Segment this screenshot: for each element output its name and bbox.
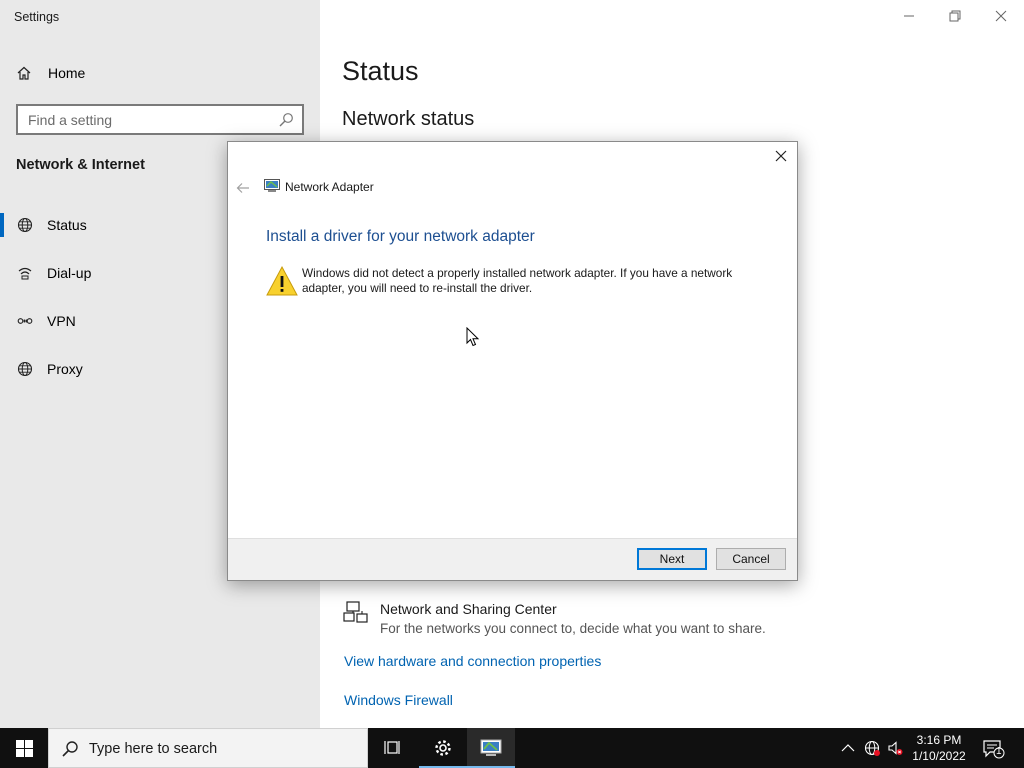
globe-icon [16,216,34,234]
task-view-icon [384,741,400,754]
globe-icon [16,360,34,378]
app-title: Settings [14,10,60,24]
close-icon [995,10,1007,22]
dialog-close-button[interactable] [773,148,789,164]
network-adapter-dialog: Network Adapter Install a driver for you… [227,141,798,581]
find-setting-input[interactable]: Find a setting [16,104,304,135]
next-button[interactable]: Next [637,548,707,570]
taskbar: Type here to search 3:16 PM 1/10/2022 1 [0,728,1024,768]
cancel-button[interactable]: Cancel [716,548,786,570]
search-placeholder: Find a setting [28,112,113,128]
windows-firewall-link[interactable]: Windows Firewall [344,692,453,708]
network-status-heading: Network status [342,108,475,130]
home-icon [16,64,34,82]
dialog-back-button[interactable] [236,181,250,193]
restore-button[interactable] [932,0,978,32]
gear-icon [435,740,451,756]
minimize-button[interactable] [886,0,932,32]
action-center-button[interactable]: 1 [982,738,1006,760]
search-icon [61,740,79,758]
dialup-icon [16,264,34,282]
sharing-center-description: For the networks you connect to, decide … [380,621,766,636]
clock-time: 3:16 PM [916,733,962,747]
mouse-cursor-icon [466,326,480,347]
windows-logo-icon [15,739,33,757]
vpn-icon [16,312,34,330]
dialog-heading: Install a driver for your network adapte… [266,228,535,245]
network-globe-icon[interactable] [864,740,880,756]
notification-icon [983,740,1005,759]
sidebar-item-label: VPN [47,313,76,329]
taskbar-search-placeholder: Type here to search [89,741,218,757]
section-title: Network & Internet [16,157,145,173]
restore-icon [949,10,961,22]
minimize-icon [904,15,914,17]
dialog-app-title: Network Adapter [285,180,374,194]
system-clock[interactable]: 3:16 PM 1/10/2022 [904,732,974,764]
network-adapter-icon [264,179,280,193]
home-label: Home [48,65,86,81]
start-button[interactable] [0,728,48,768]
warning-icon [265,264,299,298]
search-icon [278,112,294,128]
window-controls [886,0,1024,32]
sidebar-item-label: Dial-up [47,265,92,281]
close-icon [775,150,787,162]
taskbar-network-adapter-app[interactable] [467,728,515,768]
taskbar-search-box[interactable]: Type here to search [48,728,368,768]
close-button[interactable] [978,0,1024,32]
page-title: Status [342,56,419,86]
back-arrow-icon [236,183,249,193]
speaker-muted-icon[interactable] [887,740,903,756]
task-view-button[interactable] [368,728,416,768]
network-adapter-icon [480,739,502,756]
clock-date: 1/10/2022 [912,749,966,763]
chevron-up-icon[interactable] [840,740,856,756]
home-nav-item[interactable]: Home [16,62,85,84]
sharing-center-icon [342,600,370,628]
notification-count: 1 [996,746,1002,757]
dialog-message: Windows did not detect a properly instal… [302,266,733,295]
view-hardware-link[interactable]: View hardware and connection properties [344,653,601,669]
network-sharing-center-link[interactable]: Network and Sharing Center For the netwo… [342,600,766,636]
sidebar-item-label: Proxy [47,361,83,377]
dialog-footer: Next Cancel [228,538,797,580]
sharing-center-title: Network and Sharing Center [380,601,557,617]
taskbar-settings-app[interactable] [419,728,467,768]
sidebar-item-label: Status [47,217,87,233]
